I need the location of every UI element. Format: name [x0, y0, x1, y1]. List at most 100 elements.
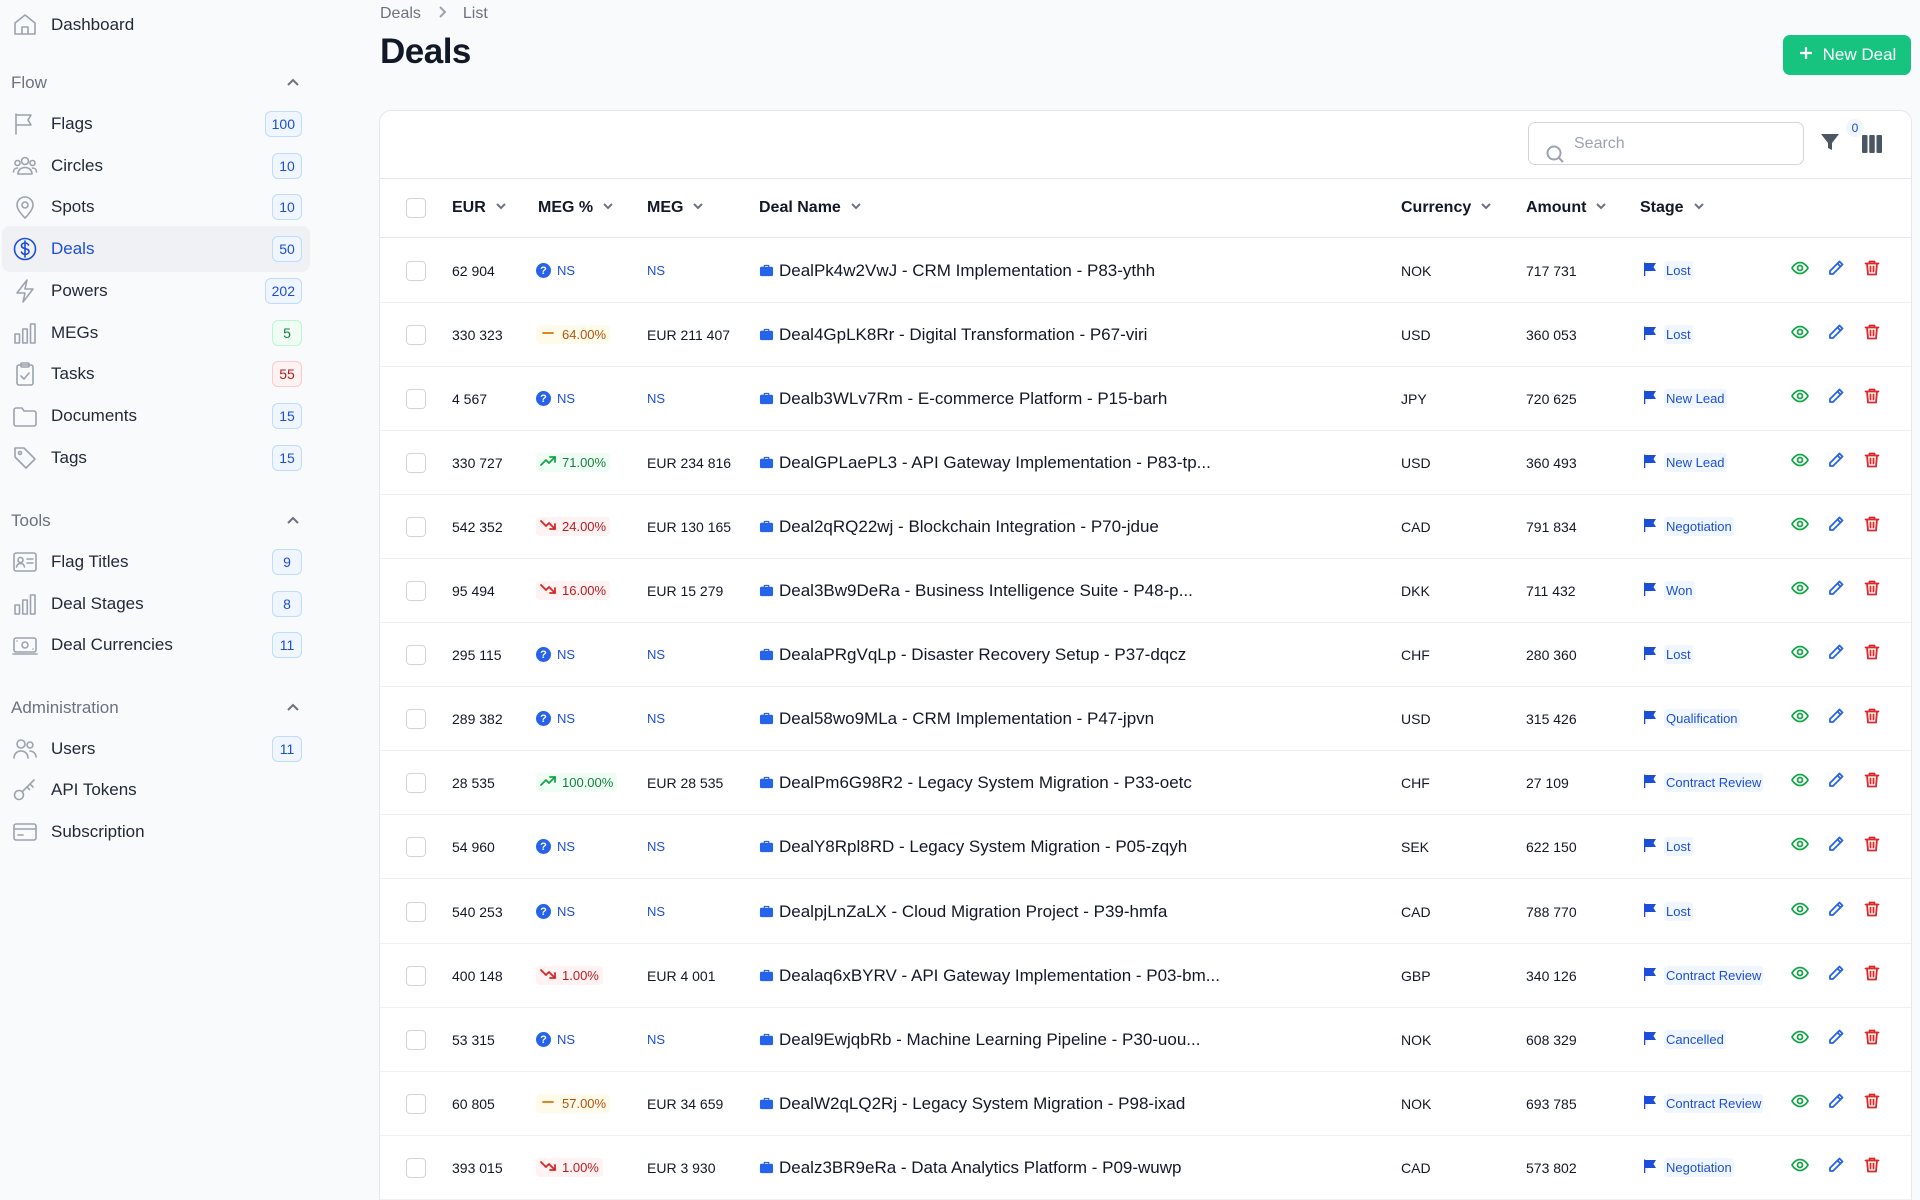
delete-button[interactable]: [1863, 367, 1881, 430]
view-button[interactable]: [1791, 880, 1809, 943]
column-stage[interactable]: Stage: [1640, 179, 1706, 237]
view-button[interactable]: [1791, 944, 1809, 1007]
edit-button[interactable]: [1827, 1136, 1845, 1199]
edit-button[interactable]: [1827, 303, 1845, 366]
delete-button[interactable]: [1863, 1136, 1881, 1199]
row-checkbox[interactable]: [406, 836, 426, 857]
delete-button[interactable]: [1863, 495, 1881, 558]
deal-link[interactable]: DealPm6G98R2 - Legacy System Migration -…: [759, 773, 1192, 793]
sidebar-item-deals[interactable]: Deals 50: [2, 226, 310, 272]
row-checkbox[interactable]: [406, 516, 426, 537]
sidebar-item-api-tokens[interactable]: API Tokens: [2, 767, 310, 813]
new-deal-button[interactable]: New Deal: [1783, 35, 1911, 75]
view-button[interactable]: [1791, 431, 1809, 494]
delete-button[interactable]: [1863, 623, 1881, 686]
delete-button[interactable]: [1863, 751, 1881, 814]
sidebar-item-circles[interactable]: Circles 10: [2, 143, 310, 189]
edit-button[interactable]: [1827, 495, 1845, 558]
column-meg[interactable]: MEG: [647, 179, 705, 237]
row-checkbox[interactable]: [406, 1157, 426, 1178]
edit-button[interactable]: [1827, 1008, 1845, 1071]
row-checkbox[interactable]: [406, 388, 426, 409]
view-button[interactable]: [1791, 1008, 1809, 1071]
delete-button[interactable]: [1863, 944, 1881, 1007]
sidebar-item-flag-titles[interactable]: Flag Titles 9: [2, 539, 310, 585]
view-button[interactable]: [1791, 495, 1809, 558]
edit-button[interactable]: [1827, 431, 1845, 494]
sidebar-item-subscription[interactable]: Subscription: [2, 809, 310, 855]
row-checkbox[interactable]: [406, 772, 426, 793]
sidebar-item-megs[interactable]: MEGs 5: [2, 310, 310, 356]
edit-button[interactable]: [1827, 944, 1845, 1007]
view-button[interactable]: [1791, 751, 1809, 814]
deal-link[interactable]: DealY8Rpl8RD - Legacy System Migration -…: [759, 837, 1187, 857]
column-deal-name[interactable]: Deal Name: [759, 179, 863, 237]
select-all-checkbox[interactable]: [406, 198, 426, 218]
deal-link[interactable]: DealGPLaePL3 - API Gateway Implementatio…: [759, 453, 1211, 473]
deal-link[interactable]: Dealb3WLv7Rm - E-commerce Platform - P15…: [759, 389, 1167, 409]
deal-link[interactable]: DealPk4w2VwJ - CRM Implementation - P83-…: [759, 261, 1155, 281]
sidebar-section-administration[interactable]: Administration: [11, 693, 301, 723]
deal-link[interactable]: DealaPRgVqLp - Disaster Recovery Setup -…: [759, 645, 1186, 665]
view-button[interactable]: [1791, 1072, 1809, 1135]
row-checkbox[interactable]: [406, 452, 426, 473]
view-button[interactable]: [1791, 815, 1809, 878]
column-currency[interactable]: Currency: [1401, 179, 1493, 237]
sidebar-section-tools[interactable]: Tools: [11, 506, 301, 536]
delete-button[interactable]: [1863, 303, 1881, 366]
filter-button[interactable]: [1819, 131, 1843, 157]
deal-link[interactable]: Deal2qRQ22wj - Blockchain Integration - …: [759, 517, 1159, 537]
edit-button[interactable]: [1827, 687, 1845, 750]
row-checkbox[interactable]: [406, 324, 426, 345]
edit-button[interactable]: [1827, 880, 1845, 943]
sidebar-item-powers[interactable]: Powers 202: [2, 268, 310, 314]
delete-button[interactable]: [1863, 1008, 1881, 1071]
sidebar-section-flow[interactable]: Flow: [11, 68, 301, 98]
row-checkbox[interactable]: [406, 644, 426, 665]
sidebar-item-dashboard[interactable]: Dashboard: [2, 2, 310, 48]
edit-button[interactable]: [1827, 623, 1845, 686]
column-eur[interactable]: EUR: [452, 179, 508, 237]
row-checkbox[interactable]: [406, 1093, 426, 1114]
deal-link[interactable]: DealpjLnZaLX - Cloud Migration Project -…: [759, 902, 1167, 922]
deal-link[interactable]: Deal3Bw9DeRa - Business Intelligence Sui…: [759, 581, 1193, 601]
delete-button[interactable]: [1863, 239, 1881, 302]
view-button[interactable]: [1791, 623, 1809, 686]
row-checkbox[interactable]: [406, 901, 426, 922]
delete-button[interactable]: [1863, 687, 1881, 750]
sidebar-item-deal-currencies[interactable]: Deal Currencies 11: [2, 622, 310, 668]
edit-button[interactable]: [1827, 367, 1845, 430]
view-button[interactable]: [1791, 559, 1809, 622]
row-checkbox[interactable]: [406, 580, 426, 601]
sidebar-item-flags[interactable]: Flags 100: [2, 101, 310, 147]
deal-link[interactable]: DealW2qLQ2Rj - Legacy System Migration -…: [759, 1094, 1185, 1114]
edit-button[interactable]: [1827, 239, 1845, 302]
sidebar-item-users[interactable]: Users 11: [2, 726, 310, 772]
edit-button[interactable]: [1827, 751, 1845, 814]
view-button[interactable]: [1791, 687, 1809, 750]
delete-button[interactable]: [1863, 1072, 1881, 1135]
search-input[interactable]: [1574, 134, 1794, 153]
delete-button[interactable]: [1863, 880, 1881, 943]
breadcrumb-deals[interactable]: Deals: [380, 5, 421, 23]
view-button[interactable]: [1791, 303, 1809, 366]
sidebar-item-tags[interactable]: Tags 15: [2, 435, 310, 481]
column-meg-pct[interactable]: MEG %: [538, 179, 615, 237]
view-button[interactable]: [1791, 239, 1809, 302]
sidebar-item-documents[interactable]: Documents 15: [2, 393, 310, 439]
deal-link[interactable]: Deal58wo9MLa - CRM Implementation - P47-…: [759, 709, 1154, 729]
deal-link[interactable]: Deal4GpLK8Rr - Digital Transformation - …: [759, 325, 1147, 345]
view-button[interactable]: [1791, 367, 1809, 430]
row-checkbox[interactable]: [406, 965, 426, 986]
delete-button[interactable]: [1863, 431, 1881, 494]
columns-button[interactable]: [1861, 134, 1885, 154]
sidebar-item-tasks[interactable]: Tasks 55: [2, 351, 310, 397]
edit-button[interactable]: [1827, 559, 1845, 622]
row-checkbox[interactable]: [406, 1029, 426, 1050]
delete-button[interactable]: [1863, 815, 1881, 878]
deal-link[interactable]: Dealz3BR9eRa - Data Analytics Platform -…: [759, 1158, 1182, 1178]
delete-button[interactable]: [1863, 559, 1881, 622]
edit-button[interactable]: [1827, 1072, 1845, 1135]
search-box[interactable]: [1528, 122, 1804, 165]
deal-link[interactable]: Dealaq6xBYRV - API Gateway Implementatio…: [759, 966, 1220, 986]
